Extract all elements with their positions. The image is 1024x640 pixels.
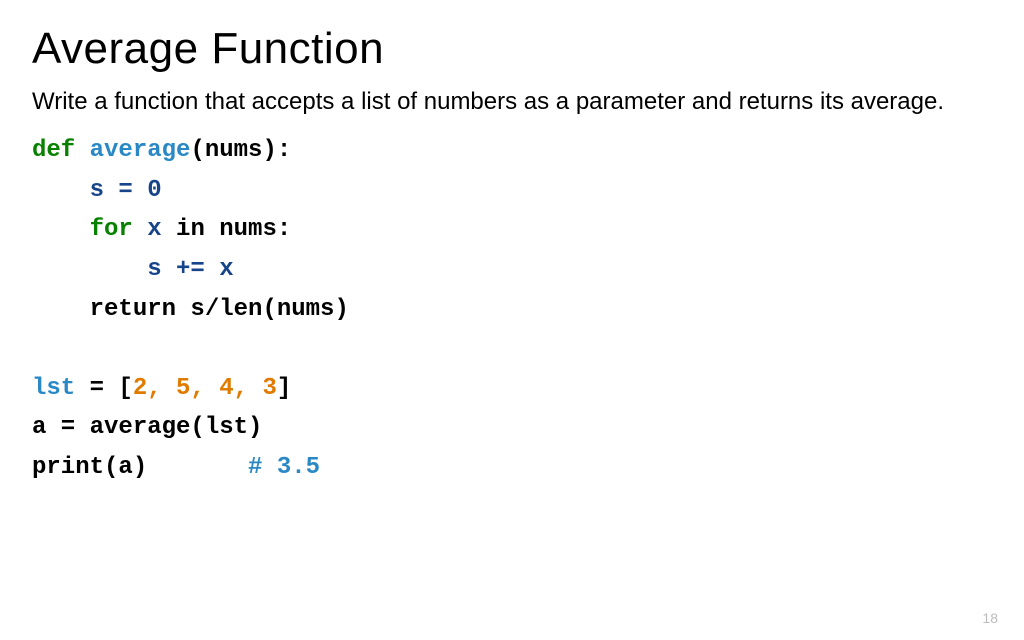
code-l5: return s/len(nums) — [90, 296, 349, 323]
code-l2: s = 0 — [90, 177, 162, 204]
code-l3-rest: in nums: — [162, 216, 292, 243]
code-l1-kw: def — [32, 137, 75, 164]
code-l8-a: print(a) — [32, 454, 248, 481]
code-l6-var: lst — [32, 375, 75, 402]
code-l8-comment: # 3.5 — [248, 454, 320, 481]
code-l3-kw: for — [90, 216, 133, 243]
code-l4: s += x — [147, 256, 233, 283]
code-l6-b: = [ — [75, 375, 133, 402]
slide: Average Function Write a function that a… — [0, 0, 1024, 640]
code-l6-d: ] — [277, 375, 291, 402]
code-l7: a = average(lst) — [32, 414, 262, 441]
slide-description: Write a function that accepts a list of … — [32, 86, 992, 117]
code-l3-var: x — [133, 216, 162, 243]
code-l6-nums: 2, 5, 4, 3 — [133, 375, 277, 402]
code-block: def average(nums): s = 0 for x in nums: … — [32, 131, 992, 487]
code-l1-rest: (nums): — [190, 137, 291, 164]
page-number: 18 — [982, 610, 998, 626]
slide-title: Average Function — [32, 24, 992, 74]
code-l1-fn: average — [75, 137, 190, 164]
